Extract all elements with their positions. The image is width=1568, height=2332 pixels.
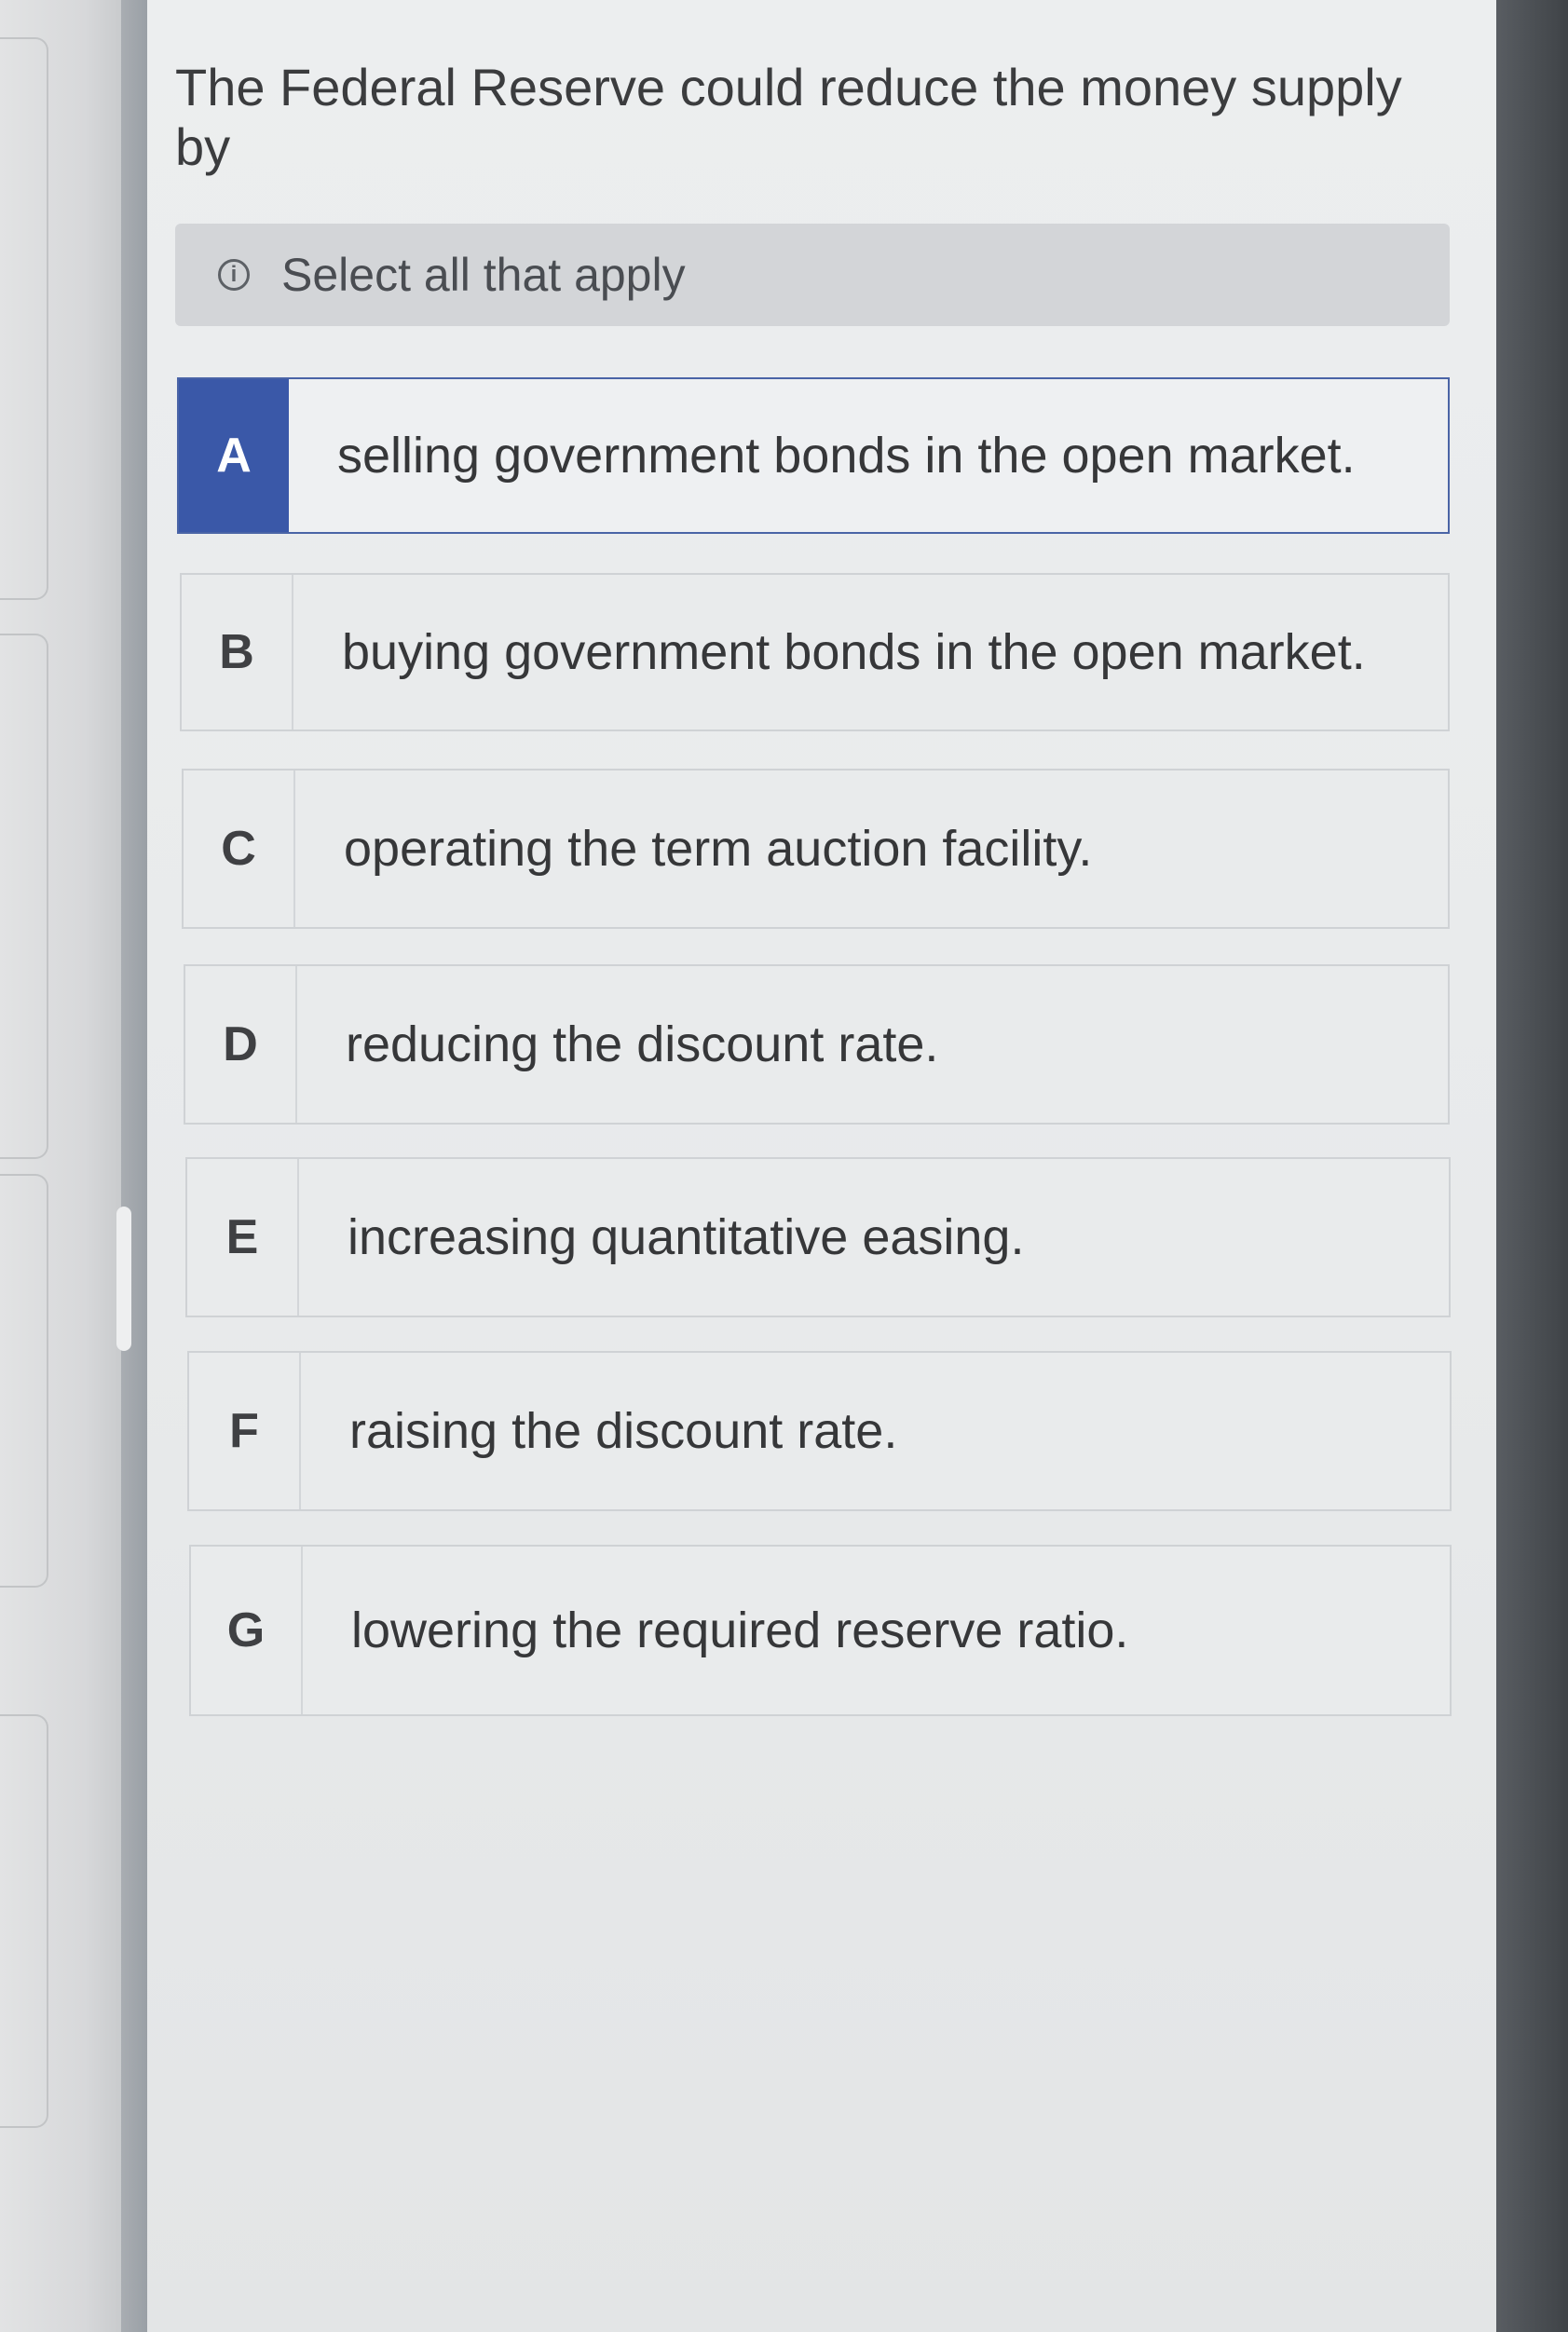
option-letter: G: [191, 1547, 303, 1714]
background-panel-edge: [0, 37, 48, 600]
option-letter: C: [184, 771, 295, 927]
question-text: The Federal Reserve could reduce the mon…: [175, 58, 1402, 176]
background-panel-edge: [0, 1714, 48, 2128]
select-all-hint: i Select all that apply: [175, 224, 1450, 326]
option-label: selling government bonds in the open mar…: [337, 428, 1356, 484]
option-label: lowering the required reserve ratio.: [351, 1602, 1129, 1658]
device-bezel: [1496, 0, 1568, 2332]
option-letter: D: [185, 966, 297, 1123]
option-label: reducing the discount rate.: [346, 1016, 939, 1072]
option-f[interactable]: F raising the discount rate.: [187, 1351, 1452, 1511]
option-label: operating the term auction facility.: [344, 821, 1093, 877]
option-g[interactable]: G lowering the required reserve ratio.: [189, 1545, 1452, 1716]
info-icon: i: [218, 259, 250, 291]
option-label: increasing quantitative easing.: [348, 1209, 1025, 1265]
split-view-divider[interactable]: [121, 0, 147, 2332]
background-panel-edge: [0, 634, 48, 1159]
hint-text: Select all that apply: [281, 249, 686, 301]
scrollbar-thumb[interactable]: [116, 1207, 131, 1351]
option-b[interactable]: B buying government bonds in the open ma…: [180, 573, 1450, 731]
option-letter: A: [179, 379, 289, 532]
option-a[interactable]: A selling government bonds in the open m…: [177, 377, 1450, 534]
option-c[interactable]: C operating the term auction facility.: [182, 769, 1450, 929]
background-app-strip: [0, 0, 121, 2332]
option-letter: B: [182, 575, 293, 730]
option-label: raising the discount rate.: [349, 1403, 898, 1459]
option-letter: F: [189, 1353, 301, 1509]
background-panel-edge: [0, 1174, 48, 1588]
option-d[interactable]: D reducing the discount rate.: [184, 964, 1450, 1125]
option-e[interactable]: E increasing quantitative easing.: [185, 1157, 1451, 1317]
option-letter: E: [187, 1159, 299, 1316]
option-label: buying government bonds in the open mark…: [342, 624, 1366, 680]
